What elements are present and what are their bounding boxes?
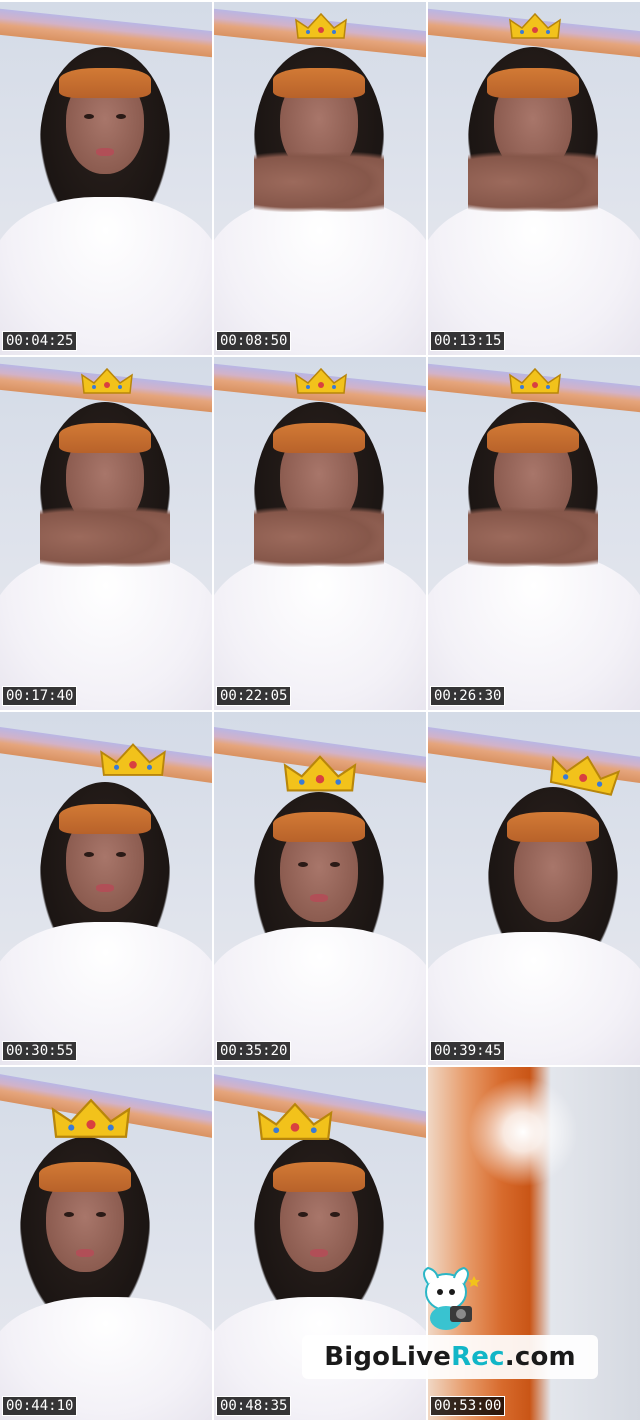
crown-icon bbox=[509, 367, 561, 394]
crown-icon bbox=[81, 367, 133, 394]
video-frame-9: 00:39:45 bbox=[428, 712, 640, 1065]
watermark-suffix: .com bbox=[504, 1342, 576, 1372]
headband bbox=[273, 1162, 365, 1192]
headband bbox=[59, 804, 151, 834]
headband bbox=[507, 812, 599, 842]
crown-icon bbox=[509, 12, 561, 39]
video-frame-2: 00:08:50 bbox=[214, 2, 426, 355]
timestamp: 00:26:30 bbox=[430, 686, 506, 706]
video-frame-1: 00:04:25 bbox=[0, 2, 212, 355]
crown-icon bbox=[283, 755, 357, 792]
headband bbox=[59, 68, 151, 98]
timestamp: 00:48:35 bbox=[216, 1396, 292, 1416]
headband bbox=[39, 1162, 131, 1192]
timestamp: 00:22:05 bbox=[216, 686, 292, 706]
video-frame-8: 00:35:20 bbox=[214, 712, 426, 1065]
headband bbox=[487, 423, 579, 453]
heart-hands bbox=[40, 507, 170, 567]
crown-icon bbox=[51, 1098, 131, 1138]
timestamp: 00:17:40 bbox=[2, 686, 78, 706]
heart-hands bbox=[468, 507, 598, 567]
bigo-mascot-icon bbox=[423, 1266, 480, 1330]
headband bbox=[273, 812, 365, 842]
crown-icon bbox=[295, 367, 347, 394]
eye bbox=[116, 114, 126, 119]
timestamp: 00:35:20 bbox=[216, 1041, 292, 1061]
timestamp: 00:08:50 bbox=[216, 331, 292, 351]
video-frame-4: 00:17:40 bbox=[0, 357, 212, 710]
mouth bbox=[76, 1249, 94, 1257]
headband bbox=[59, 423, 151, 453]
mouth bbox=[310, 1249, 328, 1257]
timestamp: 00:04:25 bbox=[2, 331, 78, 351]
light-glare bbox=[468, 1077, 578, 1187]
eye bbox=[84, 852, 94, 857]
eye bbox=[96, 1212, 106, 1217]
eye bbox=[330, 1212, 340, 1217]
crown-icon bbox=[295, 12, 347, 39]
watermark-accent: Rec bbox=[451, 1342, 505, 1372]
contact-sheet: 00:04:25 00:08:50 00:13:15 00:17:40 00:2… bbox=[0, 0, 640, 1422]
video-frame-5: 00:22:05 bbox=[214, 357, 426, 710]
timestamp: 00:13:15 bbox=[430, 331, 506, 351]
headband bbox=[487, 68, 579, 98]
mouth bbox=[96, 884, 114, 892]
video-frame-10: 00:44:10 bbox=[0, 1067, 212, 1420]
video-frame-7: 00:30:55 bbox=[0, 712, 212, 1065]
watermark-prefix: BigoLive bbox=[324, 1342, 452, 1372]
timestamp: 00:44:10 bbox=[2, 1396, 78, 1416]
mouth bbox=[96, 148, 114, 156]
eye bbox=[64, 1212, 74, 1217]
video-frame-3: 00:13:15 bbox=[428, 2, 640, 355]
timestamp: 00:53:00 bbox=[430, 1396, 506, 1416]
headband bbox=[273, 68, 365, 98]
headband bbox=[273, 423, 365, 453]
eye bbox=[84, 114, 94, 119]
eye bbox=[298, 862, 308, 867]
eye bbox=[330, 862, 340, 867]
crown-icon bbox=[257, 1102, 333, 1140]
heart-hands bbox=[254, 152, 384, 212]
eye bbox=[116, 852, 126, 857]
timestamp: 00:30:55 bbox=[2, 1041, 78, 1061]
crown-icon bbox=[100, 743, 166, 776]
heart-hands bbox=[468, 152, 598, 212]
video-frame-6: 00:26:30 bbox=[428, 357, 640, 710]
eye bbox=[298, 1212, 308, 1217]
timestamp: 00:39:45 bbox=[430, 1041, 506, 1061]
heart-hands bbox=[254, 507, 384, 567]
bigolive-watermark: BigoLive Rec .com bbox=[302, 1335, 598, 1379]
mouth bbox=[310, 894, 328, 902]
